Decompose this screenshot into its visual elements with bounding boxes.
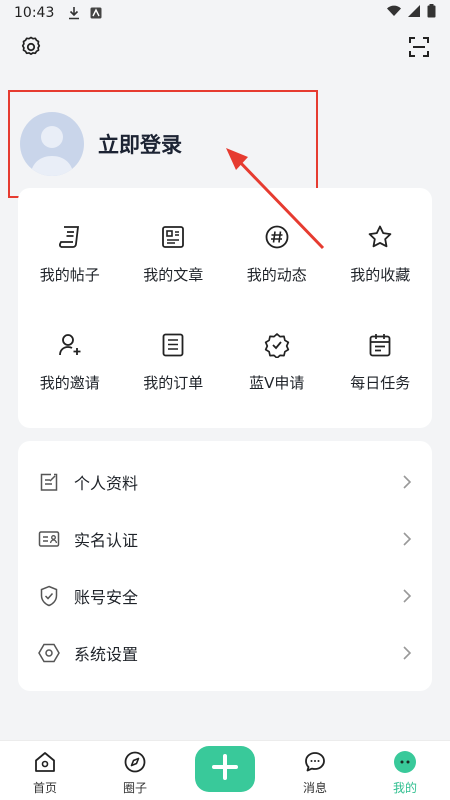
- list-item-label: 系统设置: [74, 644, 139, 664]
- calendar-icon: [365, 330, 395, 360]
- my-activity-button[interactable]: 我的动态: [225, 222, 329, 330]
- invite-user-icon: [55, 330, 85, 360]
- grid-label: 每日任务: [350, 374, 411, 392]
- compass-icon: [122, 749, 148, 775]
- mine-icon: [392, 749, 418, 775]
- quick-actions-row: 我的帖子 我的文章 我的动态 我的收藏: [18, 222, 432, 330]
- tab-messages[interactable]: 消息: [270, 741, 360, 796]
- battery-icon: [427, 4, 436, 22]
- account-security-item[interactable]: 账号安全: [18, 567, 432, 624]
- plus-icon: [211, 753, 239, 785]
- grid-label: 我的文章: [143, 266, 204, 284]
- my-articles-button[interactable]: 我的文章: [122, 222, 226, 330]
- grid-label: 蓝V申请: [249, 374, 305, 392]
- list-item-label: 账号安全: [74, 587, 139, 607]
- shield-icon: [38, 585, 60, 607]
- chevron-right-icon: [402, 645, 412, 661]
- scan-button[interactable]: [404, 34, 434, 64]
- status-bar: 10:43: [0, 0, 450, 26]
- login-link[interactable]: 立即登录: [98, 129, 182, 159]
- home-icon: [32, 749, 58, 775]
- avatar[interactable]: [20, 112, 84, 176]
- tab-label: 消息: [302, 781, 327, 795]
- my-invites-button[interactable]: 我的邀请: [18, 330, 122, 438]
- quick-actions-row: 我的邀请 我的订单 蓝V申请 每日任务: [18, 330, 432, 438]
- article-icon: [158, 222, 188, 252]
- status-time: 10:43: [14, 5, 55, 21]
- list-item-label: 实名认证: [74, 530, 139, 550]
- tab-label: 我的: [392, 781, 417, 795]
- grid-label: 我的动态: [246, 266, 307, 284]
- hexagon-settings-icon: [38, 642, 60, 664]
- scan-icon: [407, 35, 431, 63]
- hashtag-icon: [262, 222, 292, 252]
- quick-actions-card: 我的帖子 我的文章 我的动态 我的收藏 我的邀请 我的订单 蓝V申请 每日任务: [18, 188, 432, 428]
- download-icon: [68, 6, 80, 20]
- chevron-right-icon: [402, 474, 412, 490]
- chevron-right-icon: [402, 588, 412, 604]
- chevron-right-icon: [402, 531, 412, 547]
- create-post-button[interactable]: [195, 746, 255, 792]
- grid-label: 我的帖子: [39, 266, 100, 284]
- grid-label: 我的邀请: [39, 374, 100, 392]
- gear-icon: [19, 35, 43, 63]
- my-posts-button[interactable]: 我的帖子: [18, 222, 122, 330]
- system-settings-item[interactable]: 系统设置: [18, 624, 432, 681]
- message-icon: [302, 749, 328, 775]
- tab-mine[interactable]: 我的: [360, 741, 450, 796]
- post-icon: [55, 222, 85, 252]
- list-item-label: 个人资料: [74, 473, 139, 493]
- notification-app-icon: [90, 7, 102, 19]
- profile-item[interactable]: 个人资料: [18, 453, 432, 510]
- settings-button[interactable]: [16, 34, 46, 64]
- wifi-icon: [386, 5, 402, 21]
- grid-label: 我的收藏: [350, 266, 411, 284]
- tab-label: 首页: [32, 781, 57, 795]
- login-highlight-box[interactable]: 立即登录: [8, 90, 318, 198]
- blue-v-apply-button[interactable]: 蓝V申请: [225, 330, 329, 438]
- tab-label: 圈子: [122, 781, 147, 795]
- default-avatar-icon: [30, 126, 74, 176]
- star-icon: [365, 222, 395, 252]
- grid-label: 我的订单: [143, 374, 204, 392]
- verified-badge-icon: [262, 330, 292, 360]
- tab-home[interactable]: 首页: [0, 741, 90, 796]
- my-favorites-button[interactable]: 我的收藏: [329, 222, 433, 330]
- bottom-tab-bar: 首页 圈子 消息 我的: [0, 740, 450, 800]
- profile-edit-icon: [38, 471, 60, 493]
- order-icon: [158, 330, 188, 360]
- tab-circle[interactable]: 圈子: [90, 741, 180, 796]
- id-card-icon: [38, 528, 60, 550]
- signal-icon: [408, 5, 421, 21]
- my-orders-button[interactable]: 我的订单: [122, 330, 226, 438]
- daily-tasks-button[interactable]: 每日任务: [329, 330, 433, 438]
- settings-list-card: 个人资料 实名认证 账号安全 系统设置: [18, 441, 432, 691]
- real-name-verification-item[interactable]: 实名认证: [18, 510, 432, 567]
